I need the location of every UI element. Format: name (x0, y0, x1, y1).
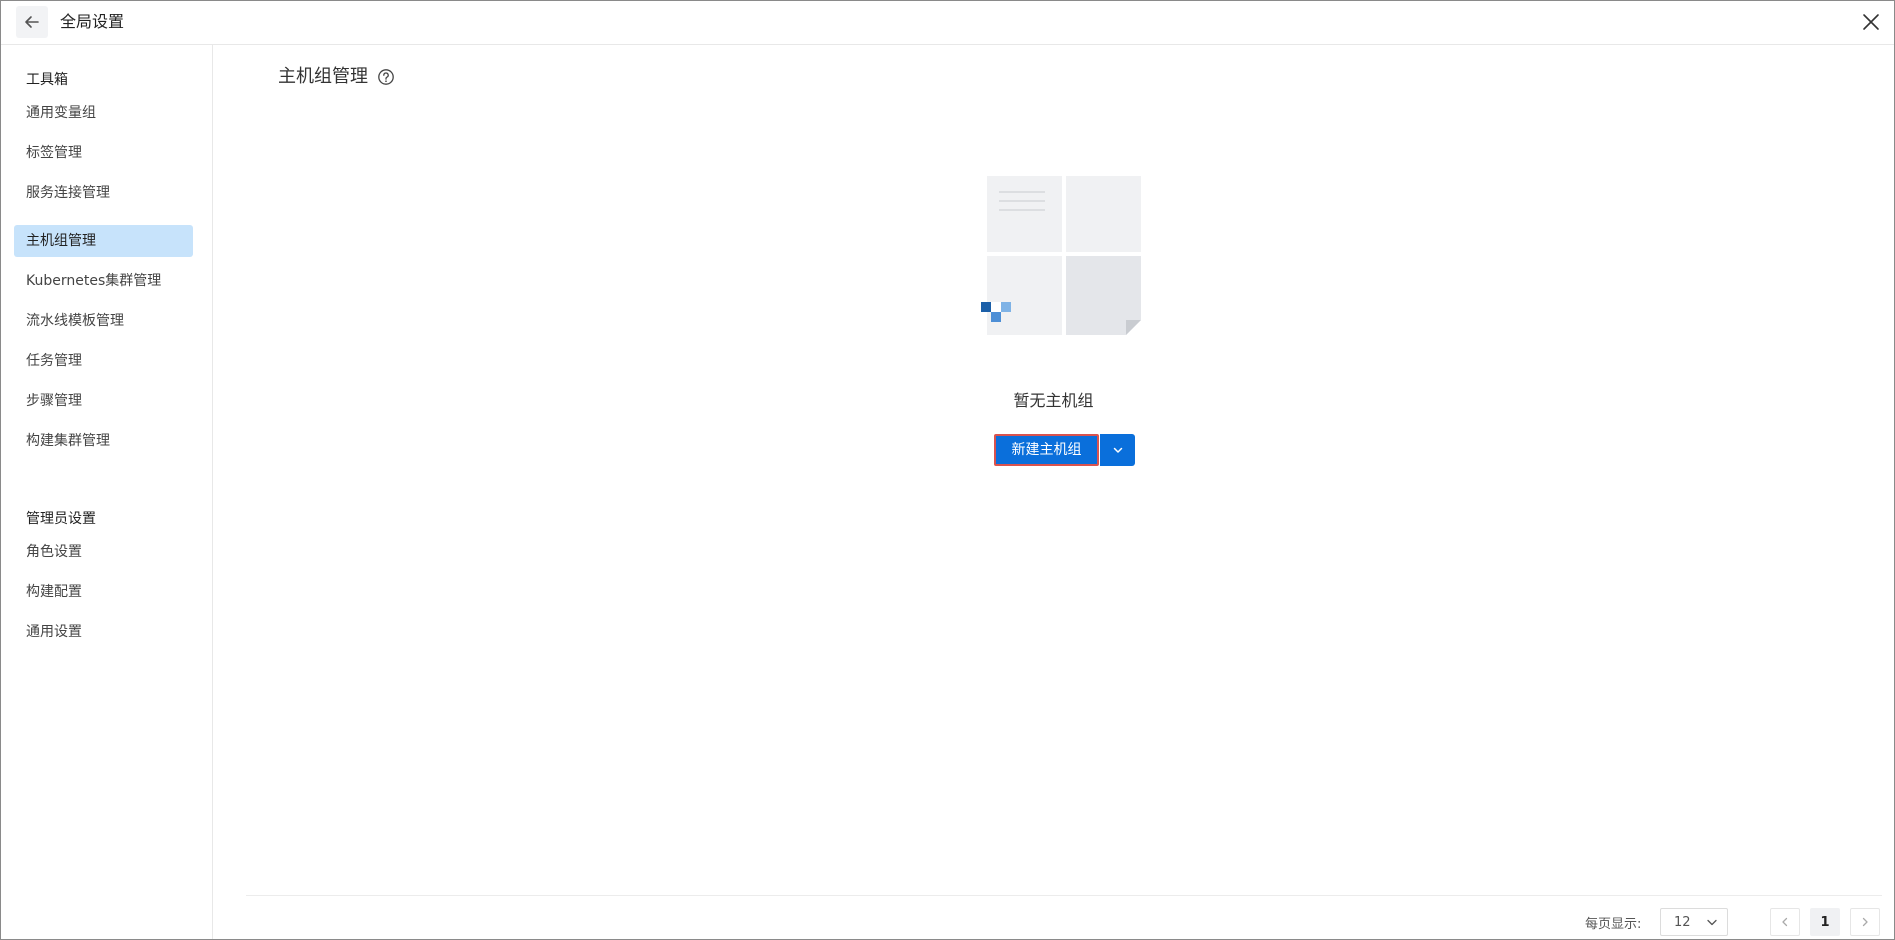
sidebar-item-host-groups[interactable]: 主机组管理 (14, 225, 193, 257)
page-size-select[interactable]: 12 (1660, 908, 1728, 936)
sidebar-item-kubernetes-clusters[interactable]: Kubernetes集群管理 (14, 265, 193, 297)
chevron-down-icon (1113, 447, 1122, 453)
create-button-group: 新建主机组 (994, 434, 1135, 466)
prev-page-button[interactable] (1770, 908, 1800, 936)
chevron-down-icon (1707, 919, 1717, 926)
page-title: 全局设置 (60, 12, 125, 31)
create-dropdown-button[interactable] (1100, 434, 1135, 466)
sidebar-item-tags[interactable]: 标签管理 (14, 137, 193, 169)
sidebar-item-tasks[interactable]: 任务管理 (14, 345, 193, 377)
section-title: 主机组管理 (278, 66, 368, 87)
close-icon (1863, 14, 1879, 30)
page-size-value: 12 (1674, 915, 1691, 930)
sidebar-item-general-settings[interactable]: 通用设置 (14, 616, 193, 648)
sidebar-section-toolbox: 工具箱 (26, 72, 68, 88)
footer-divider (246, 895, 1882, 896)
chevron-right-icon (1862, 917, 1868, 927)
question-circle-icon[interactable] (377, 68, 395, 86)
sidebar-item-variable-groups[interactable]: 通用变量组 (14, 97, 193, 129)
sidebar: 工具箱 通用变量组 标签管理 服务连接管理 主机组管理 Kubernetes集群… (1, 45, 213, 939)
settings-window: 全局设置 工具箱 通用变量组 标签管理 服务连接管理 主机组管理 Kuberne… (0, 0, 1895, 940)
page-number-button[interactable]: 1 (1810, 908, 1840, 936)
sidebar-item-build-clusters[interactable]: 构建集群管理 (14, 425, 193, 457)
sidebar-item-roles[interactable]: 角色设置 (14, 536, 193, 568)
sidebar-item-service-connections[interactable]: 服务连接管理 (14, 177, 193, 209)
sidebar-section-admin: 管理员设置 (26, 511, 96, 527)
page-size-label: 每页显示: (1585, 917, 1642, 932)
create-host-group-button[interactable]: 新建主机组 (994, 434, 1099, 466)
empty-state-message: 暂无主机组 (1, 387, 1894, 411)
header-bar: 全局设置 (1, 1, 1894, 45)
empty-state-text: 暂无主机组 (1013, 391, 1094, 410)
sidebar-item-build-config[interactable]: 构建配置 (14, 576, 193, 608)
sidebar-item-pipeline-templates[interactable]: 流水线模板管理 (14, 305, 193, 337)
arrow-left-icon (25, 16, 39, 28)
back-button[interactable] (16, 6, 48, 38)
close-button[interactable] (1860, 11, 1882, 33)
chevron-left-icon (1782, 917, 1788, 927)
next-page-button[interactable] (1850, 908, 1880, 936)
empty-state-illustration (981, 176, 1141, 335)
